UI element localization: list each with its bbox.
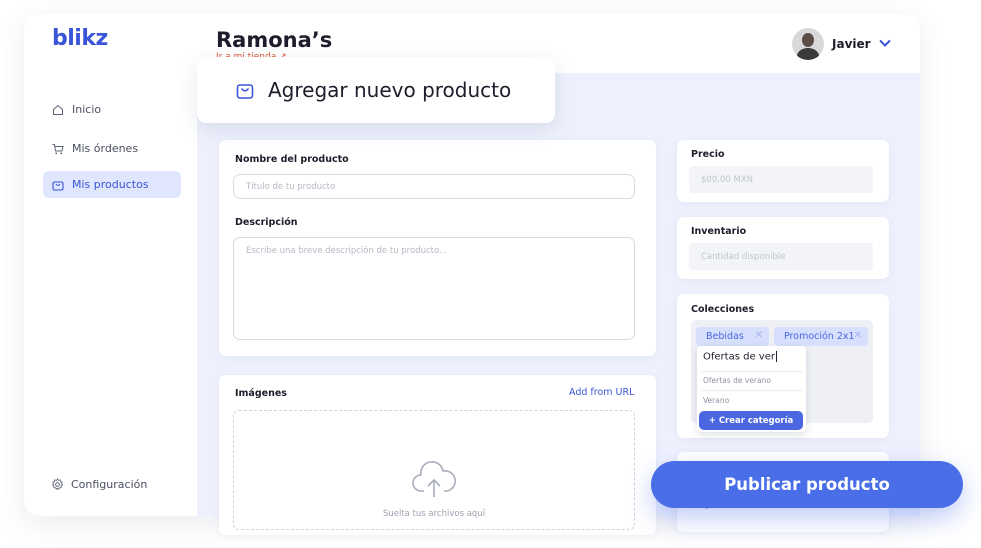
- price-input[interactable]: $00.00 MXN: [689, 166, 873, 193]
- bag-icon: [52, 180, 64, 191]
- home-icon: [53, 104, 63, 115]
- dropdown-option[interactable]: Ofertas de verano: [703, 376, 771, 385]
- sidebar: Inicio Mis órdenes Mis productos Configu…: [24, 74, 197, 516]
- sidebar-item-inicio[interactable]: Inicio: [43, 96, 181, 123]
- description-label: Descripción: [235, 217, 298, 228]
- description-textarea[interactable]: Escribe una breve descripción de tu prod…: [233, 237, 635, 340]
- dropzone-text: Suelta tus archivos aquí: [382, 509, 486, 519]
- collection-tag[interactable]: Bebidas ✕: [696, 327, 769, 346]
- page-title-card: Agregar nuevo producto: [197, 57, 555, 123]
- tag-label: Bebidas: [706, 331, 744, 342]
- sidebar-item-label: Inicio: [72, 103, 102, 116]
- user-name[interactable]: Javier: [832, 37, 871, 51]
- sidebar-item-label: Mis productos: [72, 178, 149, 191]
- inventory-label: Inventario: [691, 226, 747, 237]
- add-from-url-link[interactable]: Add from URL: [569, 387, 634, 398]
- page-title: Agregar nuevo producto: [268, 78, 512, 102]
- sidebar-item-label: Mis órdenes: [72, 142, 139, 155]
- sidebar-item-productos[interactable]: Mis productos: [43, 171, 181, 198]
- collections-dropdown: Ofertas de ver Ofertas de verano Verano …: [697, 346, 806, 432]
- app-logo[interactable]: blikz: [52, 26, 108, 51]
- publish-product-button[interactable]: Publicar producto: [651, 461, 963, 508]
- close-icon[interactable]: ✕: [854, 330, 862, 341]
- bag-icon: [236, 84, 254, 99]
- gear-icon: [51, 478, 64, 491]
- image-dropzone[interactable]: Suelta tus archivos aquí: [233, 410, 635, 530]
- images-label: Imágenes: [235, 388, 287, 399]
- upload-cloud-icon: [412, 461, 456, 497]
- collection-tag[interactable]: Promoción 2x1 ✕: [774, 327, 868, 346]
- tag-label: Promoción 2x1: [784, 331, 855, 342]
- page: blikz Ramona’s Ir a mi tienda ↗ Javier I…: [0, 0, 981, 548]
- cart-icon: [52, 143, 64, 154]
- dropdown-option[interactable]: Verano: [703, 396, 729, 405]
- sidebar-item-configuracion[interactable]: Configuración: [51, 478, 147, 491]
- collections-label: Colecciones: [691, 304, 755, 315]
- create-category-button[interactable]: + Crear categoría: [699, 411, 803, 430]
- close-icon[interactable]: ✕: [755, 330, 763, 341]
- inventory-input[interactable]: Cantidad disponible: [689, 243, 873, 270]
- name-label: Nombre del producto: [235, 154, 349, 165]
- product-name-input[interactable]: Título de tu producto: [233, 174, 635, 199]
- sidebar-item-ordenes[interactable]: Mis órdenes: [43, 135, 181, 162]
- chevron-down-icon[interactable]: [878, 35, 891, 47]
- store-name: Ramona’s: [216, 28, 333, 52]
- avatar[interactable]: [792, 28, 824, 60]
- price-label: Precio: [691, 149, 725, 160]
- collection-search-input[interactable]: Ofertas de ver: [703, 351, 777, 363]
- user-menu[interactable]: Javier: [792, 28, 891, 60]
- settings-label: Configuración: [71, 478, 148, 491]
